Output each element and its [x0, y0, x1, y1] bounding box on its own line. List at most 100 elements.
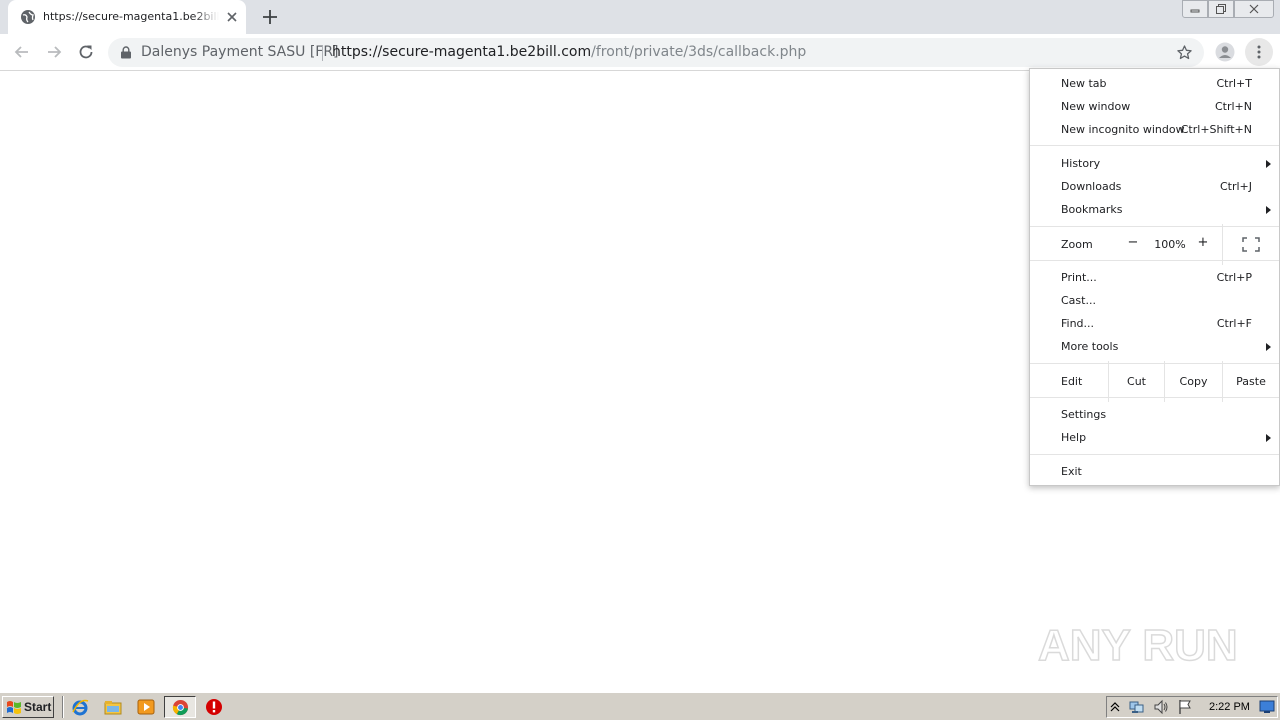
chrome-menu-button[interactable]	[1245, 38, 1273, 66]
zoom-in-button[interactable]: +	[1196, 235, 1210, 253]
menu-item-label: Exit	[1061, 465, 1082, 478]
cut-button[interactable]: Cut	[1109, 370, 1164, 393]
fullscreen-icon[interactable]	[1242, 237, 1260, 252]
menu-item-edit: Edit Cut Copy Paste	[1030, 361, 1279, 402]
zoom-out-button[interactable]: −	[1126, 235, 1140, 253]
menu-item-more-tools[interactable]: More tools	[1030, 335, 1279, 358]
menu-separator	[1030, 363, 1279, 364]
menu-item-label: Print...	[1061, 271, 1097, 284]
submenu-arrow-icon	[1266, 206, 1271, 214]
menu-item-label: Bookmarks	[1061, 203, 1123, 216]
anyrun-watermark-logo: ANY RUN	[1037, 620, 1236, 671]
file-explorer-icon[interactable]	[104, 698, 122, 716]
paste-button[interactable]: Paste	[1223, 370, 1279, 393]
menu-item-shortcut: Ctrl+F	[1216, 317, 1252, 330]
profile-avatar-icon[interactable]	[1215, 42, 1235, 62]
submenu-arrow-icon	[1266, 434, 1271, 442]
menu-separator	[1030, 260, 1279, 261]
stop-sign-icon[interactable]	[205, 698, 223, 716]
address-bar[interactable]: Dalenys Payment SASU [FR] https://secure…	[108, 38, 1204, 67]
menu-item-label: Cast...	[1061, 294, 1096, 307]
url-text[interactable]: https://secure-magenta1.be2bill.com/fron…	[332, 44, 806, 60]
window-close-button[interactable]	[1234, 0, 1274, 18]
menu-separator	[1030, 454, 1279, 455]
system-tray: 2:22 PM	[1106, 696, 1278, 718]
menu-item-label: History	[1061, 157, 1101, 170]
watermark-text: ANY RUN	[1038, 621, 1236, 670]
restore-icon	[1216, 4, 1226, 14]
lock-icon[interactable]	[120, 46, 132, 59]
menu-item-label: New window	[1061, 100, 1131, 113]
close-icon	[1249, 4, 1259, 14]
omnibox-divider	[322, 45, 323, 61]
menu-item-bookmarks[interactable]: Bookmarks	[1030, 198, 1279, 221]
menu-item-find[interactable]: Find... Ctrl+F	[1030, 312, 1279, 335]
new-tab-button[interactable]	[260, 7, 280, 27]
submenu-arrow-icon	[1266, 160, 1271, 168]
menu-item-help[interactable]: Help	[1030, 426, 1279, 449]
menu-separator	[1030, 145, 1279, 146]
menu-item-new-window[interactable]: New window Ctrl+N	[1030, 95, 1279, 118]
menu-item-settings[interactable]: Settings	[1030, 403, 1279, 426]
menu-item-shortcut: Ctrl+Shift+N	[1180, 123, 1252, 136]
media-player-icon[interactable]	[137, 698, 155, 716]
chrome-icon	[172, 699, 189, 716]
windows-logo-icon	[7, 701, 21, 714]
action-center-flag-icon[interactable]	[1177, 699, 1193, 715]
forward-arrow-icon[interactable]	[44, 42, 64, 62]
menu-item-exit[interactable]: Exit	[1030, 460, 1279, 483]
menu-item-print[interactable]: Print... Ctrl+P	[1030, 266, 1279, 289]
browser-tab[interactable]: https://secure-magenta1.be2bill.com	[8, 0, 246, 34]
url-path: /front/private/3ds/callback.php	[591, 44, 807, 60]
submenu-arrow-icon	[1266, 343, 1271, 351]
menu-item-label: More tools	[1061, 340, 1119, 353]
menu-item-new-tab[interactable]: New tab Ctrl+T	[1030, 72, 1279, 95]
back-arrow-icon[interactable]	[12, 42, 32, 62]
internet-explorer-icon[interactable]	[71, 698, 89, 716]
network-icon[interactable]	[1129, 699, 1145, 715]
menu-item-shortcut: Ctrl+T	[1216, 77, 1252, 90]
chrome-app-menu: New tab Ctrl+T New window Ctrl+N New inc…	[1029, 68, 1280, 486]
menu-separator	[1030, 397, 1279, 398]
globe-icon	[21, 10, 35, 24]
menu-item-shortcut: Ctrl+P	[1216, 271, 1252, 284]
three-dots-vertical-icon	[1257, 45, 1261, 59]
menu-item-shortcut: Ctrl+J	[1219, 180, 1252, 193]
volume-icon[interactable]	[1153, 699, 1169, 715]
menu-item-label: Find...	[1061, 317, 1095, 330]
taskbar-clock[interactable]: 2:22 PM	[1209, 701, 1250, 713]
menu-item-label: New incognito window	[1061, 123, 1185, 136]
menu-separator	[1030, 226, 1279, 227]
menu-item-new-incognito-window[interactable]: New incognito window Ctrl+Shift+N	[1030, 118, 1279, 141]
menu-item-shortcut: Ctrl+N	[1214, 100, 1252, 113]
tab-title: https://secure-magenta1.be2bill.com	[43, 10, 219, 23]
tab-strip: https://secure-magenta1.be2bill.com	[0, 0, 1280, 34]
menu-item-label: Edit	[1061, 375, 1083, 388]
tray-expand-icon[interactable]	[1110, 701, 1120, 713]
menu-item-label: Downloads	[1061, 180, 1122, 193]
bookmark-star-icon[interactable]	[1176, 44, 1193, 61]
menu-item-label: Settings	[1061, 408, 1107, 421]
taskbar-chrome-button[interactable]	[164, 696, 196, 718]
menu-item-zoom: Zoom − 100% +	[1030, 224, 1279, 265]
menu-vertical-separator	[1222, 224, 1223, 265]
menu-item-label: New tab	[1061, 77, 1107, 90]
menu-item-history[interactable]: History	[1030, 152, 1279, 175]
start-label: Start	[24, 700, 52, 714]
menu-item-downloads[interactable]: Downloads Ctrl+J	[1030, 175, 1279, 198]
window-minimize-button[interactable]	[1182, 0, 1208, 18]
windows-taskbar: Start 2:22 PM	[0, 692, 1280, 720]
show-desktop-icon[interactable]	[1259, 700, 1275, 714]
start-button[interactable]: Start	[2, 696, 54, 718]
taskbar-divider	[62, 696, 64, 718]
copy-button[interactable]: Copy	[1165, 370, 1222, 393]
zoom-level: 100%	[1154, 238, 1186, 251]
minimize-icon	[1190, 9, 1200, 13]
menu-item-label: Zoom	[1061, 238, 1093, 251]
site-identity-label[interactable]: Dalenys Payment SASU [FR]	[141, 44, 339, 60]
close-tab-icon[interactable]	[224, 9, 240, 25]
window-restore-button[interactable]	[1208, 0, 1234, 18]
menu-item-cast[interactable]: Cast...	[1030, 289, 1279, 312]
url-host: https://secure-magenta1.be2bill.com	[332, 44, 592, 60]
reload-icon[interactable]	[76, 42, 96, 62]
